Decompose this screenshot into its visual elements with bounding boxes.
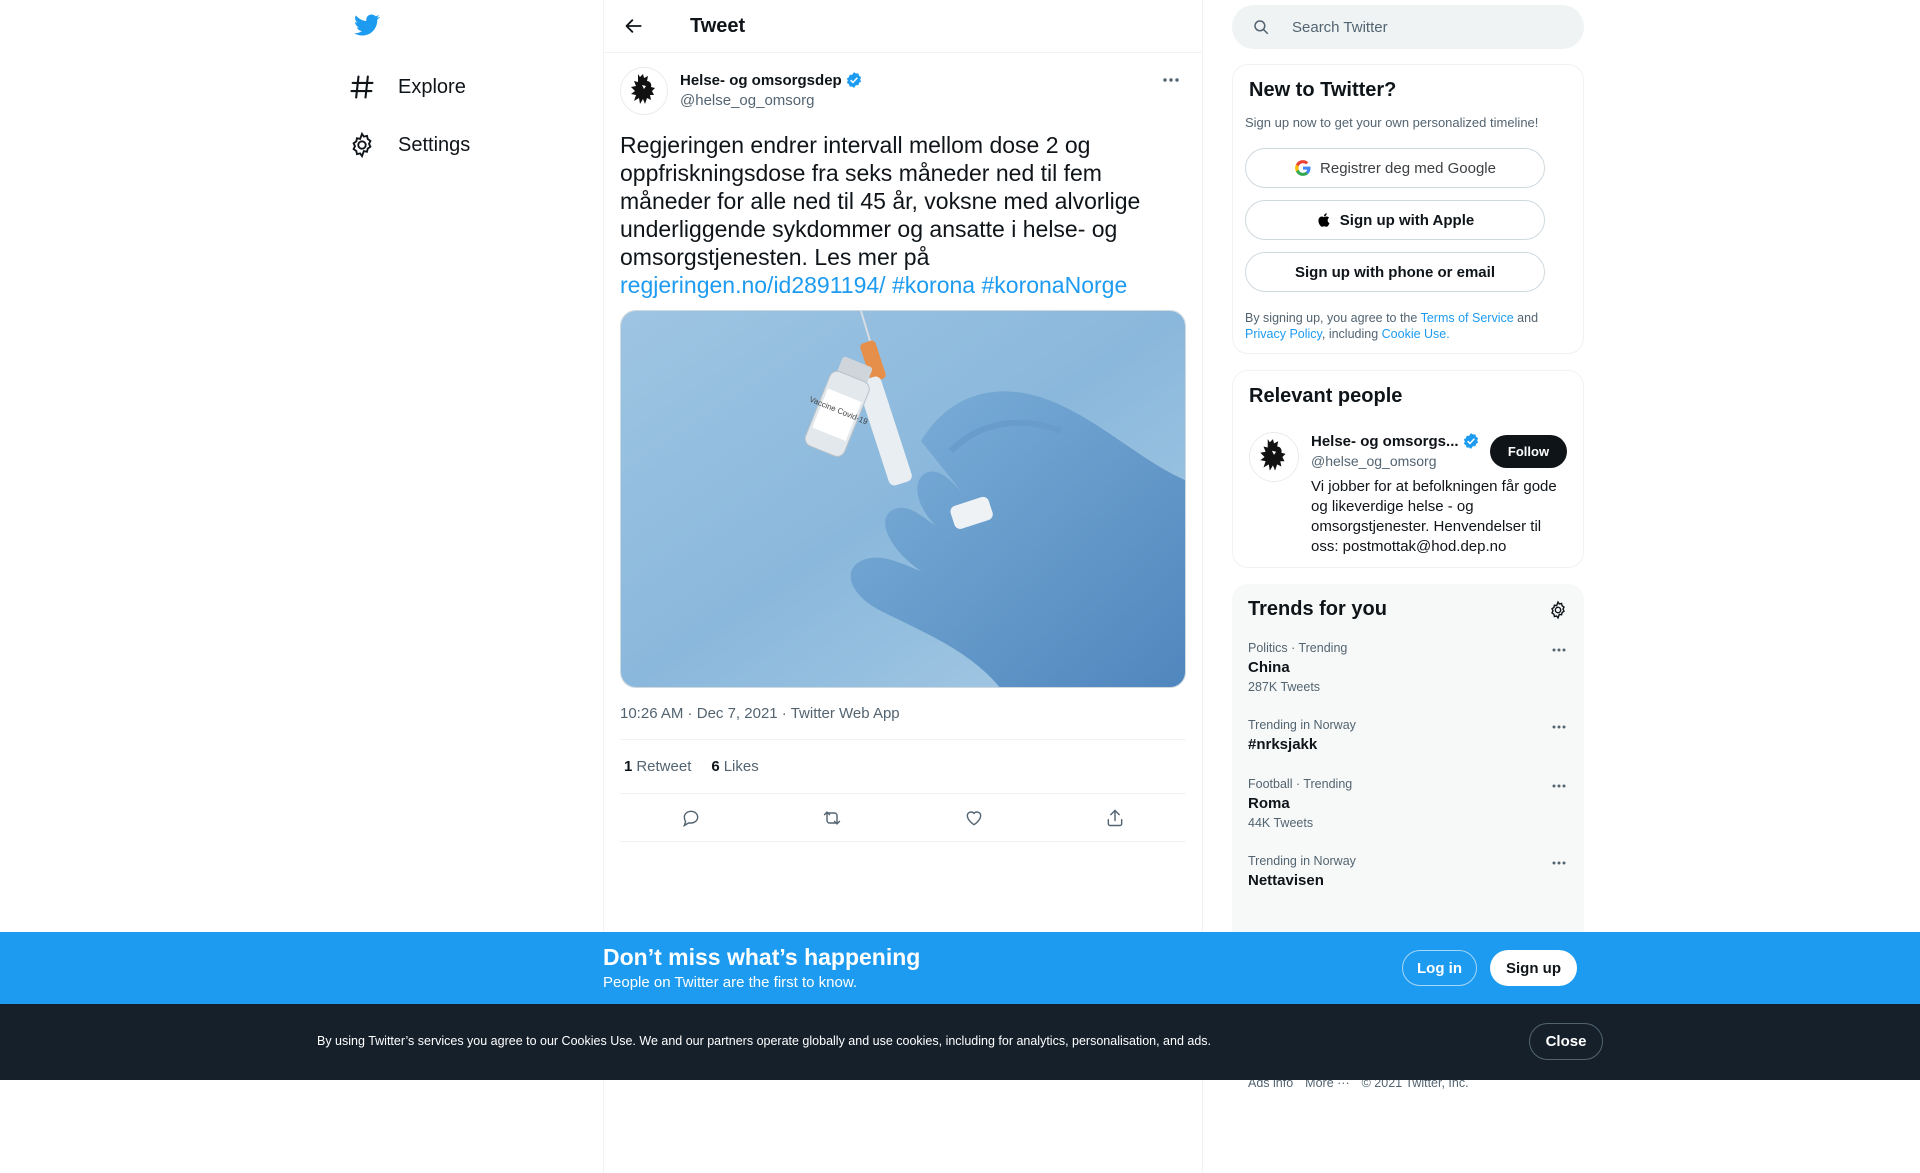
signup-banner-subtitle: People on Twitter are the first to know. bbox=[603, 974, 858, 991]
like-heart-icon[interactable] bbox=[957, 801, 991, 835]
phone-email-signup-button[interactable]: Sign up with phone or email bbox=[1245, 252, 1545, 292]
trend-name: Roma bbox=[1248, 795, 1290, 812]
signup-card: New to Twitter? Sign up now to get your … bbox=[1232, 64, 1584, 354]
trend-context: Trending in Norway bbox=[1248, 718, 1356, 732]
more-options-icon[interactable] bbox=[1550, 779, 1568, 793]
more-options-icon[interactable] bbox=[1550, 643, 1568, 657]
reply-icon[interactable] bbox=[674, 801, 708, 835]
hashtag-icon bbox=[348, 73, 376, 101]
author-handle[interactable]: @helse_og_omsorg bbox=[680, 92, 863, 109]
avatar[interactable] bbox=[1249, 432, 1299, 482]
hashtag-korona[interactable]: #korona bbox=[892, 272, 975, 298]
tweet-date[interactable]: Dec 7, 2021 bbox=[697, 705, 778, 722]
more-options-icon[interactable] bbox=[1550, 720, 1568, 734]
trend-item[interactable]: Trending in Norway Nettavisen bbox=[1232, 854, 1584, 889]
trend-name: Nettavisen bbox=[1248, 872, 1324, 889]
trends-header: Trends for you bbox=[1232, 598, 1584, 621]
login-button[interactable]: Log in bbox=[1402, 950, 1477, 986]
signup-banner-title: Don’t miss what’s happening bbox=[603, 944, 921, 970]
person-bio: Vi jobber for at befolkningen får gode o… bbox=[1311, 478, 1557, 555]
nav-settings[interactable]: Settings bbox=[348, 125, 470, 165]
cookie-banner: By using Twitter’s services you agree to… bbox=[0, 1004, 1920, 1080]
cookie-text: By using Twitter’s services you agree to… bbox=[317, 1034, 1212, 1048]
tweet-author: Helse- og omsorgsdep @helse_og_omsorg bbox=[620, 53, 1186, 115]
tweet-meta: 10:26 AM · Dec 7, 2021 · Twitter Web App bbox=[620, 705, 1186, 740]
trend-count: 287K Tweets bbox=[1248, 680, 1321, 694]
tweet-header: Tweet bbox=[604, 0, 1202, 53]
gear-icon bbox=[348, 131, 376, 159]
search-box[interactable] bbox=[1232, 5, 1584, 49]
like-count[interactable]: 6 bbox=[711, 758, 719, 775]
verified-badge-icon bbox=[845, 71, 863, 89]
relevant-people-title: Relevant people bbox=[1249, 385, 1403, 407]
more-options-icon[interactable] bbox=[1550, 856, 1568, 870]
tweet-text: Regjeringen endrer intervall mellom dose… bbox=[620, 131, 1186, 299]
apple-icon bbox=[1316, 211, 1332, 229]
signup-terms: By signing up, you agree to the Terms of… bbox=[1245, 310, 1571, 342]
follow-button[interactable]: Follow bbox=[1490, 435, 1567, 468]
relevant-people-card: Relevant people Helse- og omsorgs... @he… bbox=[1232, 370, 1584, 568]
retweet-label[interactable]: Retweet bbox=[636, 758, 691, 775]
lion-crest-icon bbox=[631, 74, 655, 104]
back-arrow-icon[interactable] bbox=[620, 12, 648, 40]
verified-badge-icon bbox=[1462, 432, 1480, 450]
phone-signup-label: Sign up with phone or email bbox=[1294, 263, 1495, 281]
close-button[interactable]: Close bbox=[1529, 1023, 1603, 1060]
search-icon bbox=[1252, 18, 1270, 36]
terms-text-1: By signing up, you agree to the bbox=[1245, 311, 1421, 325]
trend-count: 44K Tweets bbox=[1248, 816, 1314, 830]
retweet-count[interactable]: 1 bbox=[624, 758, 632, 775]
privacy-policy-link[interactable]: Privacy Policy bbox=[1245, 327, 1322, 341]
google-icon bbox=[1294, 159, 1312, 177]
terms-text-2: and bbox=[1513, 311, 1539, 325]
trend-context: Politics · Trending bbox=[1248, 641, 1348, 655]
search-input[interactable] bbox=[1292, 18, 1552, 36]
trend-context: Football · Trending bbox=[1248, 777, 1353, 791]
signup-banner: Don’t miss what’s happening People on Tw… bbox=[0, 932, 1920, 1004]
tweet-counts: 1 Retweet 6 Likes bbox=[620, 740, 1186, 794]
trend-item[interactable]: Politics · Trending China 287K Tweets bbox=[1232, 641, 1584, 694]
tweet-body: Regjeringen endrer intervall mellom dose… bbox=[620, 132, 1141, 270]
author-name[interactable]: Helse- og omsorgsdep bbox=[680, 71, 863, 89]
trends-title: Trends for you bbox=[1248, 598, 1387, 620]
like-label[interactable]: Likes bbox=[724, 758, 759, 775]
lion-crest-icon bbox=[1260, 439, 1286, 471]
signup-card-title: New to Twitter? bbox=[1249, 79, 1397, 101]
signup-button[interactable]: Sign up bbox=[1490, 950, 1577, 986]
tweet-client: Twitter Web App bbox=[790, 705, 900, 722]
tweet-image[interactable]: Vaccine Covid-19 bbox=[620, 310, 1186, 688]
apple-signup-button[interactable]: Sign up with Apple bbox=[1245, 200, 1545, 240]
signup-card-subtitle: Sign up now to get your own personalized… bbox=[1245, 115, 1539, 130]
trend-context: Trending in Norway bbox=[1248, 854, 1356, 868]
retweet-icon[interactable] bbox=[815, 801, 849, 835]
page-title: Tweet bbox=[690, 14, 746, 37]
cookie-use-link[interactable]: Cookie Use. bbox=[1382, 327, 1450, 341]
tweet-time[interactable]: 10:26 AM bbox=[620, 705, 683, 722]
tweet: Helse- og omsorgsdep @helse_og_omsorg Re… bbox=[604, 53, 1202, 842]
google-signup-label: Registrer deg med Google bbox=[1320, 159, 1496, 177]
terms-text-3: , including bbox=[1321, 327, 1382, 341]
tweet-link[interactable]: regjeringen.no/id2891194/ bbox=[620, 272, 886, 298]
google-signup-button[interactable]: Registrer deg med Google bbox=[1245, 148, 1545, 188]
apple-signup-label: Sign up with Apple bbox=[1339, 211, 1475, 229]
person-name-text: Helse- og omsorgs... bbox=[1311, 432, 1459, 450]
tweet-actions bbox=[620, 794, 1186, 842]
trend-name: #nrksjakk bbox=[1248, 736, 1318, 753]
terms-of-service-link[interactable]: Terms of Service bbox=[1421, 311, 1514, 325]
trend-item[interactable]: Football · Trending Roma 44K Tweets bbox=[1232, 777, 1584, 830]
sidebar-right: New to Twitter? Sign up now to get your … bbox=[1232, 0, 1584, 1090]
nav-explore-label: Explore bbox=[398, 75, 466, 98]
twitter-bird-icon[interactable] bbox=[352, 12, 386, 42]
hashtag-koronanorge[interactable]: #koronaNorge bbox=[981, 272, 1127, 298]
author-name-text: Helse- og omsorgsdep bbox=[680, 71, 842, 89]
settings-gear-icon[interactable] bbox=[1548, 600, 1568, 620]
trend-item[interactable]: Trending in Norway #nrksjakk bbox=[1232, 718, 1584, 753]
avatar[interactable] bbox=[620, 67, 668, 115]
more-options-icon[interactable] bbox=[1160, 73, 1182, 87]
nav-settings-label: Settings bbox=[398, 133, 471, 156]
nav-explore[interactable]: Explore bbox=[348, 67, 466, 107]
trend-name: China bbox=[1248, 659, 1290, 676]
person-item[interactable]: Helse- og omsorgs... @helse_og_omsorg Vi… bbox=[1249, 432, 1567, 557]
share-icon[interactable] bbox=[1098, 801, 1132, 835]
